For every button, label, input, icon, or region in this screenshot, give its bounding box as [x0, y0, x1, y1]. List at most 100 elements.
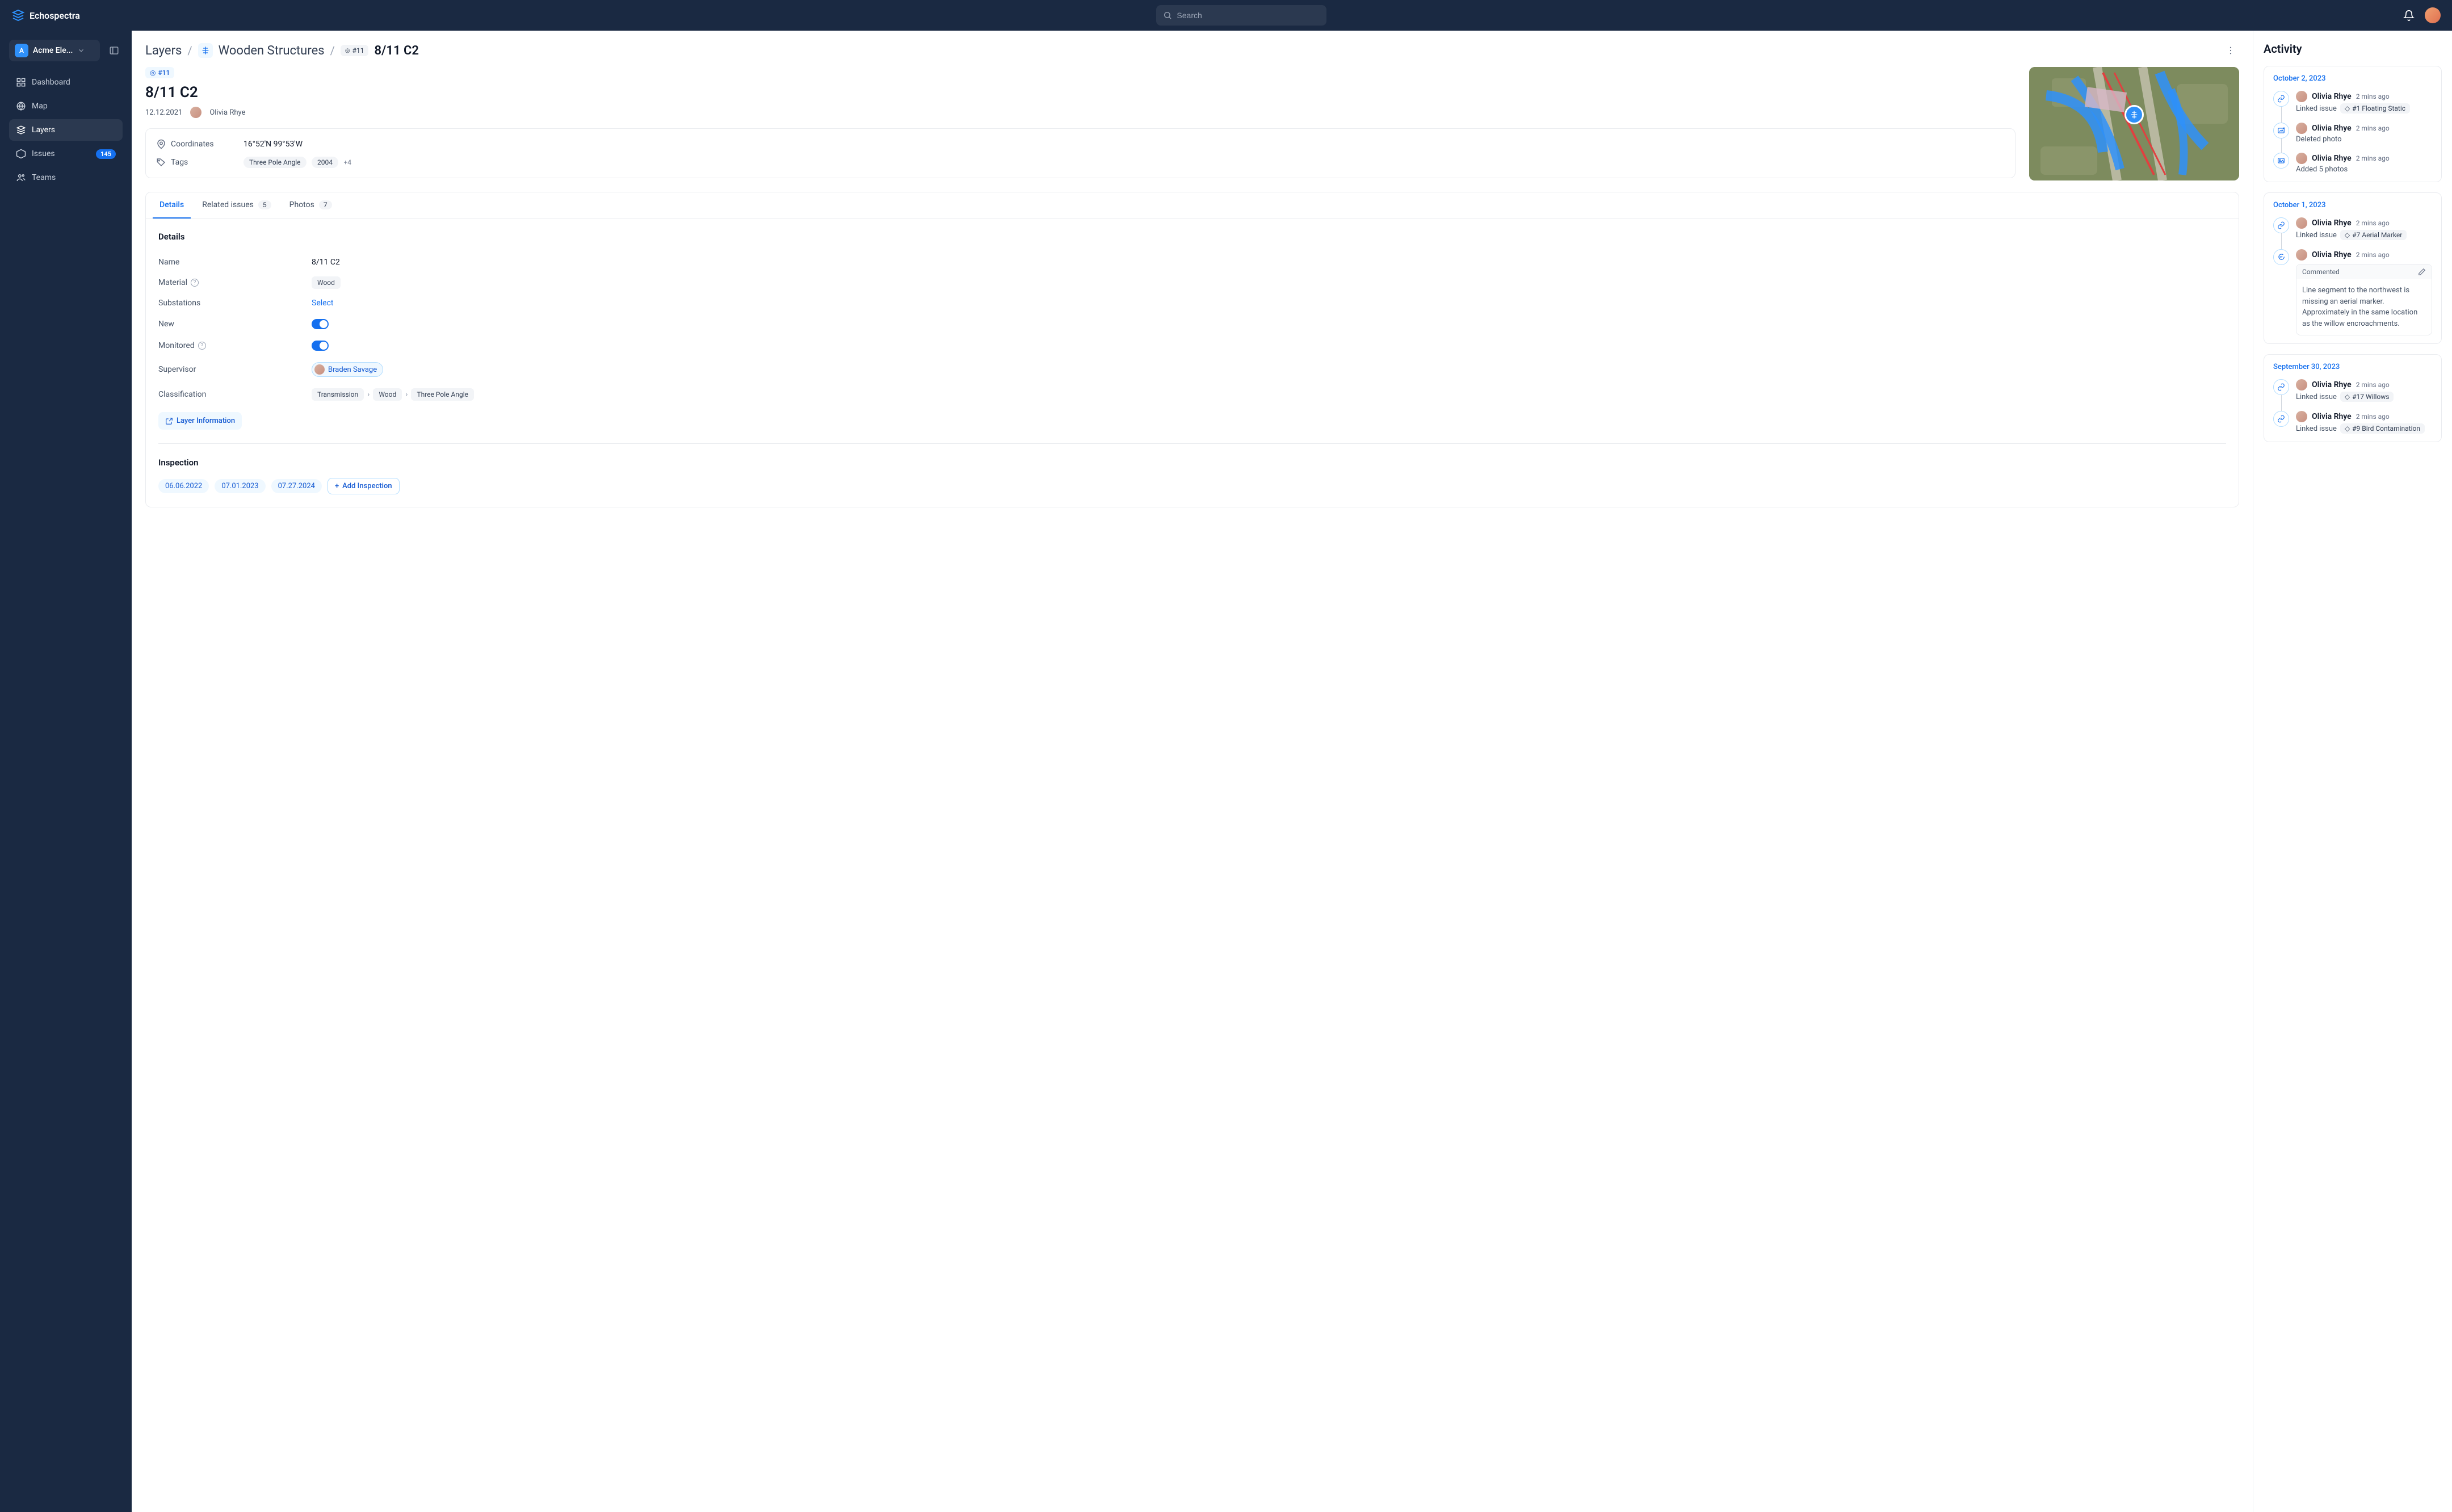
issue-chip[interactable]: ◇#7 Aerial Marker [2340, 230, 2407, 240]
activity-date: October 2, 2023 [2273, 74, 2432, 83]
tabs: Details Related issues 5 Photos 7 [145, 192, 2239, 219]
inspection-date-chip[interactable]: 07.01.2023 [215, 479, 265, 493]
activity-time: 2 mins ago [2356, 124, 2390, 132]
topbar: Echospectra [0, 0, 2452, 31]
tags-more[interactable]: +4 [343, 158, 351, 166]
notifications-icon[interactable] [2403, 10, 2415, 21]
sidebar-item-teams[interactable]: Teams [9, 167, 123, 188]
sidebar-item-issues[interactable]: Issues 145 [9, 143, 123, 165]
activity-user[interactable]: Olivia Rhye [2312, 412, 2352, 421]
activity-time: 2 mins ago [2356, 381, 2390, 389]
activity-time: 2 mins ago [2356, 93, 2390, 100]
sidebar-item-label: Dashboard [32, 78, 70, 87]
tag-icon [156, 157, 166, 167]
activity-panel: Activity October 2, 2023Olivia Rhye2 min… [2253, 31, 2452, 1512]
material-chip: Wood [312, 276, 341, 289]
tags-label: Tags [171, 158, 188, 167]
target-icon: ◎ [150, 69, 156, 77]
layers-icon [16, 125, 26, 135]
activity-user[interactable]: Olivia Rhye [2312, 154, 2352, 163]
org-switcher[interactable]: A Acme Ele... [9, 40, 100, 61]
comment-text: Line segment to the northwest is missing… [2296, 279, 2432, 335]
sidebar-item-layers[interactable]: Layers [9, 119, 123, 141]
activity-time: 2 mins ago [2356, 251, 2390, 259]
supervisor-chip[interactable]: Braden Savage [312, 362, 383, 377]
more-menu-button[interactable] [2222, 42, 2239, 59]
chevron-down-icon [77, 47, 85, 54]
classification-chip[interactable]: Wood [373, 388, 402, 401]
field-label-monitored: Monitored [158, 341, 195, 350]
activity-user[interactable]: Olivia Rhye [2312, 92, 2352, 101]
activity-user[interactable]: Olivia Rhye [2312, 219, 2352, 228]
field-value-name: 8/11 C2 [312, 258, 340, 267]
record-id-chip: ◎#11 [145, 67, 174, 78]
tag-chip[interactable]: 2004 [312, 157, 338, 168]
tab-photos[interactable]: Photos 7 [283, 192, 339, 219]
field-label-substations: Substations [158, 299, 200, 308]
field-label-name: Name [158, 258, 179, 267]
classification-chip[interactable]: Three Pole Angle [411, 388, 474, 401]
logo-icon [11, 9, 25, 22]
activity-date: September 30, 2023 [2273, 363, 2432, 371]
inspection-date-chip[interactable]: 07.27.2024 [271, 479, 322, 493]
activity-icon [2273, 123, 2289, 138]
activity-item: Olivia Rhye2 mins agoDeleted photo [2273, 123, 2432, 144]
activity-icon [2273, 91, 2289, 107]
brand-logo[interactable]: Echospectra [11, 9, 80, 22]
map-thumbnail[interactable] [2029, 67, 2239, 180]
search-input[interactable] [1177, 11, 1320, 20]
new-toggle[interactable] [312, 319, 329, 329]
issue-chip[interactable]: ◇#1 Floating Static [2340, 103, 2410, 114]
record-owner[interactable]: Olivia Rhye [209, 108, 245, 117]
activity-icon [2273, 411, 2289, 427]
substations-select[interactable]: Select [312, 299, 333, 308]
activity-avatar [2296, 153, 2307, 164]
sidebar-item-label: Issues [32, 149, 55, 158]
issue-chip[interactable]: ◇#17 Willows [2340, 392, 2394, 402]
edit-icon[interactable] [2418, 268, 2426, 276]
inspection-date-chip[interactable]: 06.06.2022 [158, 479, 209, 493]
activity-user[interactable]: Olivia Rhye [2312, 124, 2352, 133]
activity-user[interactable]: Olivia Rhye [2312, 380, 2352, 389]
help-icon[interactable]: ? [198, 342, 206, 350]
activity-icon [2273, 217, 2289, 233]
activity-user[interactable]: Olivia Rhye [2312, 250, 2352, 259]
search-box[interactable] [1156, 5, 1326, 26]
activity-avatar [2296, 91, 2307, 102]
breadcrumb-layers[interactable]: Layers [145, 44, 182, 58]
panel-toggle-icon[interactable] [106, 42, 123, 59]
tag-chip[interactable]: Three Pole Angle [243, 157, 306, 168]
field-label-new: New [158, 320, 174, 329]
owner-avatar [190, 107, 201, 118]
related-count-badge: 5 [258, 200, 271, 209]
sidebar: A Acme Ele... Dashboard Map [0, 31, 132, 1512]
comment-label: Commented [2302, 268, 2340, 276]
breadcrumb-id-chip[interactable]: ◎#11 [341, 45, 369, 56]
monitored-toggle[interactable] [312, 341, 329, 351]
breadcrumb-group[interactable]: Wooden Structures [219, 44, 325, 58]
classification-chip[interactable]: Transmission [312, 388, 364, 401]
photos-count-badge: 7 [319, 200, 332, 209]
add-inspection-button[interactable]: + Add Inspection [328, 478, 400, 494]
sidebar-item-map[interactable]: Map [9, 95, 123, 117]
help-icon[interactable]: ? [191, 279, 199, 287]
activity-time: 2 mins ago [2356, 154, 2390, 162]
issues-icon [16, 149, 26, 159]
chevron-right-icon: › [405, 390, 408, 399]
activity-item: Olivia Rhye 2 mins ago Linked issue◇#1 Flo… [2273, 91, 2432, 114]
activity-time: 2 mins ago [2356, 413, 2390, 421]
tab-details[interactable]: Details [153, 192, 191, 219]
sidebar-item-label: Layers [32, 125, 55, 135]
location-icon [156, 139, 166, 149]
sidebar-item-dashboard[interactable]: Dashboard [9, 72, 123, 93]
activity-item: Olivia Rhye2 mins agoLinked issue◇#7 Aer… [2273, 217, 2432, 240]
user-avatar[interactable] [2425, 7, 2441, 23]
activity-item: Olivia Rhye 2 mins ago Commented Line segme… [2273, 249, 2432, 335]
layer-information-button[interactable]: Layer Information [158, 412, 242, 430]
brand-name: Echospectra [30, 10, 80, 21]
dashboard-icon [16, 77, 26, 87]
issue-chip[interactable]: ◇#9 Bird Contamination [2340, 423, 2425, 434]
tab-related-issues[interactable]: Related issues 5 [195, 192, 278, 219]
activity-action: Linked issue◇#1 Floating Static [2296, 103, 2432, 114]
supervisor-avatar [314, 364, 325, 375]
